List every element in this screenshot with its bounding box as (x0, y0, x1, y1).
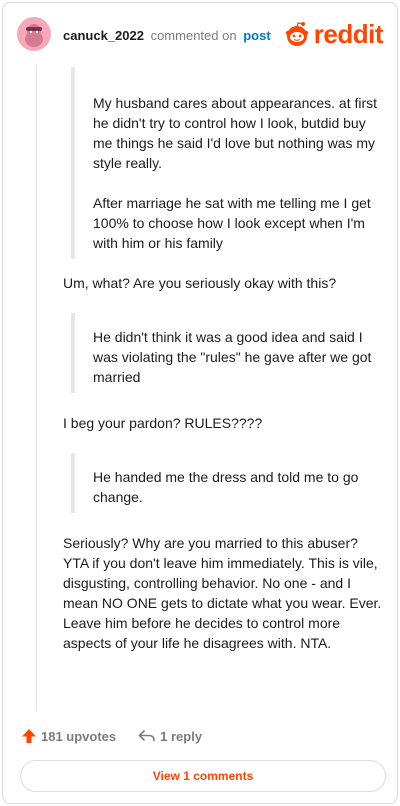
quote-paragraph: After marriage he sat with me telling me… (93, 195, 371, 251)
quote-paragraph: He handed me the dress and told me to go… (93, 469, 359, 505)
comment-card: canuck_2022 commented on post reddit My … (2, 2, 398, 804)
upvote-count: 181 upvotes (41, 728, 117, 744)
reddit-snoo-icon (285, 22, 308, 46)
comment-header: canuck_2022 commented on post reddit (17, 17, 384, 55)
view-comments-button[interactable]: View 1 comments (20, 760, 386, 792)
reply-button[interactable]: 1 reply (138, 728, 202, 744)
thread-line[interactable] (36, 65, 37, 711)
snoo-avatar-icon (25, 24, 43, 47)
comment-meta: canuck_2022 commented on post (63, 28, 271, 43)
comment-body: My husband cares about appearances. at f… (63, 67, 383, 653)
blockquote-3: He handed me the dress and told me to go… (71, 453, 383, 513)
blockquote-2: He didn't think it was a good idea and s… (71, 313, 383, 393)
user-avatar[interactable] (17, 17, 51, 51)
comment-footer: 181 upvotes 1 reply (21, 725, 224, 747)
upvote-arrow-icon (22, 729, 36, 743)
quote-paragraph: He didn't think it was a good idea and s… (93, 329, 372, 385)
upvote-button[interactable]: 181 upvotes (21, 728, 116, 744)
reply-count: 1 reply (160, 728, 203, 744)
username-link[interactable]: canuck_2022 (63, 28, 144, 43)
comment-paragraph: Um, what? Are you seriously okay with th… (63, 275, 337, 291)
comment-paragraph: I beg your pardon? RULES???? (63, 415, 263, 431)
blockquote-1: My husband cares about appearances. at f… (71, 67, 383, 259)
quote-paragraph: My husband cares about appearances. at f… (93, 95, 378, 171)
post-link[interactable]: post (243, 28, 270, 43)
reddit-logo[interactable]: reddit (283, 18, 384, 49)
action-text: commented on (150, 28, 237, 43)
reply-arrow-icon (138, 730, 155, 742)
reddit-wordmark: reddit (313, 18, 384, 49)
comment-paragraph: Seriously? Why are you married to this a… (63, 535, 382, 651)
